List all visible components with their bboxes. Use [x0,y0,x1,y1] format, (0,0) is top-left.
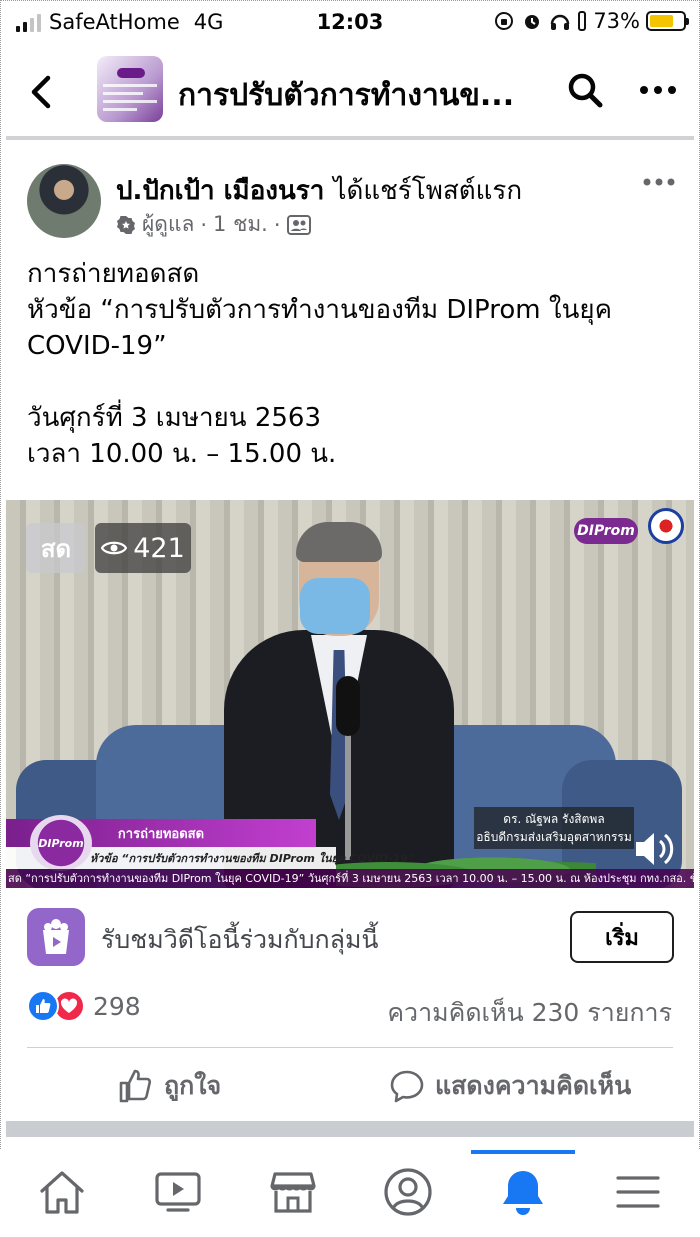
home-icon [40,1171,84,1214]
post-action: ได้แชร์โพสต์แรก [333,176,523,206]
actions-divider [27,1047,673,1048]
like-reaction-icon [27,990,59,1022]
watch-party-icon [27,908,85,966]
orientation-icon [578,11,587,31]
menu-icon [616,1176,660,1208]
comment-icon [390,1070,424,1103]
app-header: การปรับตัวการทำงานข... [0,50,700,134]
back-icon[interactable] [26,72,56,112]
viewer-count: 421 [133,532,185,564]
post-options-icon[interactable] [642,176,676,188]
nav-home[interactable] [32,1162,92,1222]
meta-separator: · [200,212,208,237]
marketplace-icon [270,1172,316,1213]
post-meta: ผู้ดูแล · 1 ชม. · [116,208,311,241]
live-badge: สด [26,523,86,573]
thumbs-up-icon [119,1069,152,1103]
search-icon[interactable] [565,70,605,110]
battery-icon [646,11,689,31]
like-button[interactable]: ถูกใจ [118,1065,221,1107]
watch-together-text: รับชมวิดีโอนี้ร่วมกับกลุ่มนี้ [101,925,379,954]
diprom-logo: DIProm [574,518,638,544]
volume-icon[interactable] [632,828,680,870]
start-watch-party-button[interactable]: เริ่ม [570,911,674,963]
nav-profile[interactable] [378,1162,438,1222]
face-mask [300,578,370,634]
speaker-name-plate: ดร. ณัฐพล รังสิตพล อธิบดีกรมส่งเสริมอุตส… [474,807,634,849]
more-icon[interactable] [638,82,678,98]
active-tab-indicator [471,1150,575,1154]
admin-badge-icon [117,215,135,234]
banner-logo: DIProm [30,815,92,871]
like-label: ถูกใจ [164,1071,222,1100]
microphone [336,676,360,736]
comment-button[interactable]: แสดงความคิดเห็น [389,1065,631,1107]
post-text-line: วันศุกร์ที่ 3 เมษายน 2563 [27,403,321,433]
page-title[interactable]: การปรับตัวการทำงานข... [178,72,514,119]
post-text-line: เวลา 10.00 น. – 15.00 น. [27,439,337,469]
reaction-count: 298 [93,991,141,1021]
headphones-icon [551,14,570,30]
author-avatar[interactable] [27,164,101,238]
speaker-title: อธิบดีกรมส่งเสริมอุตสาหกรรม [476,830,632,844]
battery-percent: 73% [593,9,640,33]
nav-notifications[interactable] [493,1162,553,1222]
viewer-count-badge: 421 [95,523,191,573]
post-time[interactable]: 1 ชม. [213,208,268,241]
post-text-line: COVID-19” [27,331,167,361]
notifications-icon [503,1171,543,1215]
post-text-line [27,364,677,400]
feed-divider [6,1121,694,1137]
reactions-summary[interactable]: 298 [27,990,141,1022]
speaker-name: ดร. ณัฐพล รังสิตพล [503,812,605,826]
author-name[interactable]: ป.ปักเป้า เมืองนรา [116,176,324,206]
comment-count[interactable]: ความคิดเห็น 230 รายการ [387,993,672,1033]
meta-separator: · [273,212,281,237]
profile-icon [384,1168,432,1216]
post-author-line: ป.ปักเป้า เมืองนรา ได้แชร์โพสต์แรก [116,170,522,211]
alarm-icon [525,15,540,29]
group-audience-icon [286,214,311,235]
author-role: ผู้ดูแล [142,212,195,236]
post-body: การถ่ายทอดสด หัวข้อ “การปรับตัวการทำงานข… [27,256,677,472]
comment-label: แสดงความคิดเห็น [435,1071,632,1100]
bottom-navigation [0,1150,700,1237]
group-thumbnail[interactable] [97,56,163,122]
nav-menu[interactable] [608,1162,668,1222]
news-ticker: สด “การปรับตัวการทำงานของทีม DIProm ในยุ… [6,869,694,888]
watch-icon [155,1172,201,1212]
rotation-lock-icon [495,12,514,30]
header-divider [6,136,694,140]
eye-icon [101,541,128,555]
mic-stand [345,730,351,860]
speaker-hair [296,522,382,562]
post-text-line: การถ่ายทอดสด [27,259,200,289]
status-bar: SafeAtHome 4G 12:03 73% [0,0,700,48]
nav-marketplace[interactable] [263,1162,323,1222]
post-text-line: หัวข้อ “การปรับตัวการทำงานของทีม DIProm … [27,295,612,325]
ministry-logo [648,508,684,544]
nav-watch[interactable] [148,1162,208,1222]
